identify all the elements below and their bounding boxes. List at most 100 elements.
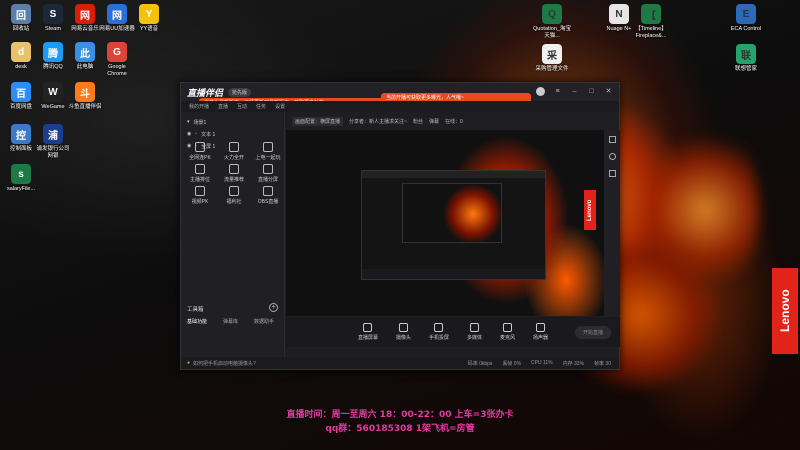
version-badge[interactable]: 抢先版: [228, 87, 252, 97]
window-controls: ≡ – □ ✕: [536, 87, 613, 96]
close-icon[interactable]: ✕: [604, 87, 613, 96]
desktop-icon-lenovo-manager[interactable]: 联联想管家: [727, 44, 765, 73]
tool-gift[interactable]: 福利社: [219, 186, 249, 205]
source-screen-capture-button[interactable]: 直播屏幕: [358, 323, 378, 341]
desktop-icon-label: 百度网盘: [9, 104, 32, 110]
source-microphone-button[interactable]: 麦克风: [500, 323, 515, 341]
menu-item[interactable]: 直播: [218, 103, 228, 110]
document-icon: N: [609, 4, 629, 24]
lock-icon[interactable]: ▫: [195, 131, 197, 137]
desktop-icon-excel-file[interactable]: Q Quotation_淘宝天猫...: [533, 4, 571, 39]
warning-icon: ●: [187, 360, 191, 366]
tool-split[interactable]: 直播分屏: [253, 164, 283, 183]
status-metric: 内存 33%: [562, 360, 585, 367]
menu-item[interactable]: 我的开播: [189, 103, 209, 110]
tool-label: 主播排位: [189, 177, 210, 183]
tool-pk[interactable]: 全网连PK: [185, 142, 215, 161]
source-button-label: 手机投屏: [428, 335, 449, 341]
stream-info-item[interactable]: 粉丝: [413, 118, 423, 125]
stream-info-item[interactable]: 分享者：新人主播求关注~: [349, 118, 407, 125]
yy-icon: Y: [139, 4, 159, 24]
chevron-down-icon: ▾: [187, 119, 190, 125]
desktop-icon-eca-control[interactable]: E ECA Control: [727, 4, 765, 33]
douyu-icon: 斗: [75, 82, 95, 102]
add-icon[interactable]: +: [269, 303, 278, 312]
layout-icon[interactable]: [608, 170, 616, 177]
tool-label: 全网连PK: [189, 155, 211, 161]
minimize-icon[interactable]: –: [570, 87, 579, 96]
qq-icon: 腾: [43, 42, 63, 62]
go-live-button[interactable]: 开始直播: [574, 326, 611, 339]
document-icon: 采: [542, 44, 562, 64]
tool-label: 福利社: [226, 199, 242, 205]
live-streaming-window: 直播伴侣 抢先版 ≡ – □ ✕ 当前为最新版本，已经更新到最新版本，获取更多功…: [180, 82, 620, 370]
toolbox-tab[interactable]: 弹幕库: [223, 318, 238, 325]
toolbox-title: 工具箱: [187, 307, 204, 313]
excel-file-icon: s: [11, 164, 31, 184]
desktop-icon-label: 此电脑: [76, 64, 94, 70]
computer-icon: 此: [75, 42, 95, 62]
desktop-icon-label: 浦发银行公司网银: [36, 146, 70, 159]
menu-item[interactable]: 设置: [275, 103, 285, 110]
desktop-icon-yy[interactable]: Y YY语音: [130, 4, 168, 33]
fire-icon: [229, 142, 239, 152]
desktop-icon-excel-file[interactable]: 【【Timeline】Fireplace&...: [632, 4, 670, 39]
tool-rank[interactable]: 主播排位: [185, 164, 215, 183]
desktop-icon-douyu[interactable]: 斗斗鱼直播伴侣: [66, 82, 104, 111]
tool-label: OBS直播: [257, 199, 279, 205]
desktop-icon-document[interactable]: 采采购管理文件: [533, 44, 571, 73]
lenovo-preview-logo: Lenovo: [584, 190, 596, 230]
menu-item[interactable]: 任务: [256, 103, 266, 110]
desktop-icon-label: Nuage N+: [606, 26, 632, 32]
source-toolbar: 直播屏幕 摄像头 手机投屏 多媒体 麦克风 扬声器: [286, 317, 620, 347]
nested-preview: [361, 170, 546, 280]
uu-booster-icon: 网: [107, 4, 127, 24]
gift-icon: [229, 186, 239, 196]
stream-info-item[interactable]: 弹幕: [429, 118, 439, 125]
preview-canvas[interactable]: Lenovo: [286, 130, 604, 316]
lenovo-manager-icon: 联: [736, 44, 756, 64]
scene-source-label: 文本 1: [201, 131, 216, 138]
toolbox-tab[interactable]: 数据助手: [254, 318, 274, 325]
tool-video-pk[interactable]: 视频PK: [185, 186, 215, 205]
desktop-icon-label: Google Chrome: [107, 64, 127, 77]
stream-info-item[interactable]: 画面配置：横屏直播: [292, 116, 344, 126]
source-button-label: 麦克风: [500, 335, 516, 341]
traffic-icon: [229, 164, 239, 174]
status-tip-link[interactable]: 如何把手机启动电脑摄像头?: [193, 360, 256, 367]
maximize-icon[interactable]: □: [587, 87, 596, 96]
speaker-icon: [536, 323, 546, 332]
source-phone-cast-button[interactable]: 手机投屏: [429, 323, 449, 341]
tool-traffic[interactable]: 流量推荐: [219, 164, 249, 183]
toolbox-tab[interactable]: 基础功能: [187, 318, 207, 325]
tool-fire[interactable]: 火力全开: [219, 142, 249, 161]
avatar[interactable]: [536, 87, 545, 96]
media-icon: [470, 323, 479, 332]
status-metric: CPU 11%: [531, 359, 553, 366]
desktop-icon-excel-file[interactable]: s salaryFile...: [2, 164, 40, 193]
desktop-icon-label: Steam: [45, 26, 61, 32]
record-icon[interactable]: [608, 153, 616, 160]
excel-file-icon: 【: [641, 4, 661, 24]
recycle-bin-icon: 回: [11, 4, 31, 24]
eca-control-icon: E: [736, 4, 756, 24]
stream-info-item[interactable]: 在线：0: [445, 118, 463, 125]
menu-item[interactable]: 互动: [237, 103, 247, 110]
tool-label: 流量推荐: [223, 177, 244, 183]
desktop-icon-chrome[interactable]: G Google Chrome: [98, 42, 136, 77]
tool-obs[interactable]: OBS直播: [253, 186, 283, 205]
menu-icon[interactable]: ≡: [553, 87, 562, 96]
eye-icon[interactable]: ◉: [187, 131, 191, 137]
stream-info-bar: 画面配置：横屏直播 分享者：新人主播求关注~ 粉丝 弹幕 在线：0: [286, 112, 621, 130]
desktop-icon-label: 网易云音乐: [71, 26, 99, 32]
scene-header[interactable]: ▾ 场景1: [181, 116, 284, 128]
source-media-button[interactable]: 多媒体: [467, 323, 482, 341]
baidu-netdisk-icon: 百: [11, 82, 31, 102]
sticker-icon[interactable]: [608, 136, 616, 143]
source-speaker-button[interactable]: 扬声器: [533, 323, 548, 341]
desktop-icon-bank[interactable]: 浦浦发银行公司网银: [34, 124, 72, 159]
screen-capture-icon: [363, 323, 373, 332]
scene-source-item[interactable]: ◉ ▫ 文本 1: [181, 128, 284, 140]
source-camera-button[interactable]: 摄像头: [396, 323, 411, 341]
tool-play[interactable]: 上电一起玩: [253, 142, 283, 161]
